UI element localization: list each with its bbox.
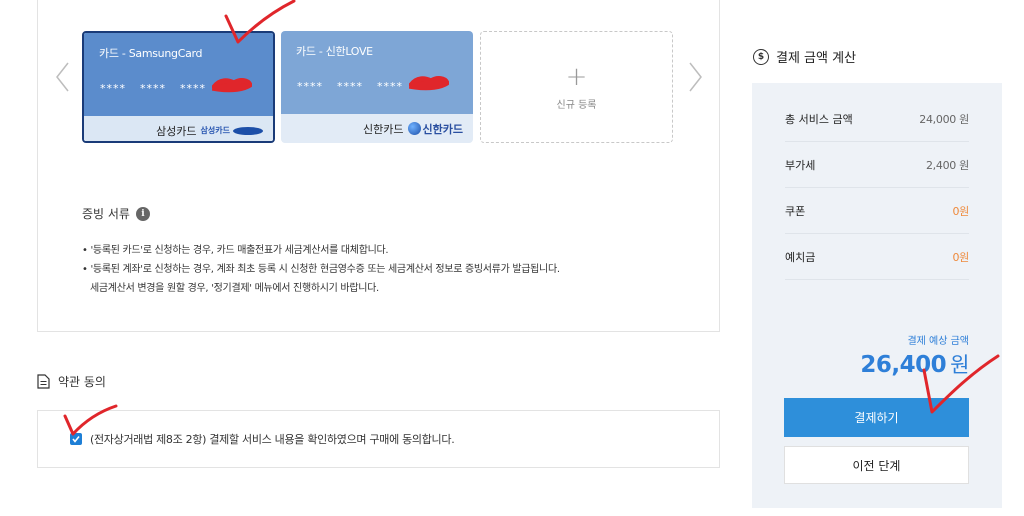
plus-icon: +: [565, 61, 588, 92]
calc-row-vat: 부가세 2,400 원: [785, 142, 969, 188]
card-issuer: 신한카드: [363, 122, 404, 136]
proof-note: 세금계산서 변경을 원할 경우, '정기결제' 메뉴에서 진행하시기 바랍니다.: [90, 283, 379, 294]
info-icon[interactable]: i: [135, 206, 150, 221]
calc-row-label: 부가세: [785, 158, 816, 172]
proof-title-text: 증빙 서류: [82, 207, 130, 221]
calc-row-label: 쿠폰: [785, 204, 806, 218]
calc-row-total: 총 서비스 금액 24,000 원: [785, 96, 969, 142]
shinhan-card-logo: 신한카드: [407, 121, 463, 137]
card-number: **** **** ****: [100, 82, 206, 95]
new-card-label: 신규 등록: [556, 99, 597, 111]
card-number-group: ****: [180, 82, 206, 95]
previous-step-button[interactable]: 이전 단계: [784, 446, 969, 484]
samsung-card-logo: 삼성카드: [201, 125, 263, 136]
shinhan-logo-text: 신한카드: [422, 122, 463, 136]
card-issuer-strip: 신한카드 신한카드: [281, 114, 473, 143]
card-shinhan[interactable]: 카드 - 신한LOVE **** **** **** 신한카드 신한카드: [281, 31, 473, 143]
expected-amount-label: 결제 예상 금액: [907, 336, 969, 347]
terms-section-title: 약관 동의: [37, 373, 106, 390]
card-number-group: ****: [140, 82, 166, 95]
calc-row-value: 24,000 원: [919, 112, 969, 126]
card-face: 카드 - 신한LOVE **** **** ****: [281, 31, 473, 114]
calculation-title-text: 결제 금액 계산: [776, 51, 857, 66]
redaction-scribble: [409, 76, 449, 91]
annotation-checkmark: [63, 404, 118, 436]
annotation-checkmark: [922, 354, 1000, 414]
chevron-left-icon: [56, 62, 69, 92]
card-number-group: ****: [337, 80, 363, 93]
card-issuer: 삼성카드: [156, 124, 197, 138]
proof-note: • '등록된 계좌'로 신청하는 경우, 계좌 최초 등록 시 신청한 현금영수…: [82, 264, 560, 275]
calculation-panel: 총 서비스 금액 24,000 원 부가세 2,400 원 쿠폰 0원 예치금 …: [752, 83, 1002, 508]
carousel-next-arrow[interactable]: [684, 60, 706, 94]
dollar-icon: $: [753, 48, 769, 65]
terms-title-text: 약관 동의: [58, 375, 106, 389]
calc-row-value: 0원: [952, 204, 969, 218]
card-number-group: ****: [100, 82, 126, 95]
proof-note: • '등록된 카드'로 신청하는 경우, 카드 매출전표가 세금계산서를 대체합…: [82, 245, 389, 256]
calculation-title: $ 결제 금액 계산: [753, 47, 856, 66]
shinhan-globe-icon: [407, 122, 421, 135]
proof-section-title: 증빙 서류 i: [82, 205, 150, 222]
samsung-logo-text: 삼성카드: [200, 126, 230, 135]
proof-notes: • '등록된 카드'로 신청하는 경우, 카드 매출전표가 세금계산서를 대체합…: [82, 241, 560, 298]
card-number-group: ****: [297, 80, 323, 93]
carousel-prev-arrow[interactable]: [52, 60, 74, 94]
calc-row-deposit: 예치금 0원: [785, 234, 969, 280]
card-number: **** **** ****: [297, 80, 403, 93]
calc-row-label: 총 서비스 금액: [785, 112, 853, 126]
card-issuer-strip: 삼성카드 삼성카드: [84, 116, 273, 141]
calc-row-label: 예치금: [785, 250, 816, 264]
card-name: 카드 - 신한LOVE: [296, 45, 373, 58]
calc-row-value: 0원: [952, 250, 969, 264]
add-new-card-button[interactable]: + 신규 등록: [480, 31, 673, 143]
redaction-scribble: [212, 78, 252, 93]
document-icon: [37, 374, 50, 389]
terms-agreement-box: (전자상거래법 제8조 2항) 결제할 서비스 내용을 확인하였으며 구매에 동…: [37, 410, 720, 468]
samsung-logo-mark: [233, 126, 263, 135]
calc-row-coupon: 쿠폰 0원: [785, 188, 969, 234]
terms-agreement-text[interactable]: (전자상거래법 제8조 2항) 결제할 서비스 내용을 확인하였으며 구매에 동…: [90, 431, 455, 447]
calc-row-value: 2,400 원: [925, 158, 969, 172]
chevron-right-icon: [689, 62, 702, 92]
card-number-group: ****: [377, 80, 403, 93]
annotation-checkmark: [224, 0, 296, 44]
